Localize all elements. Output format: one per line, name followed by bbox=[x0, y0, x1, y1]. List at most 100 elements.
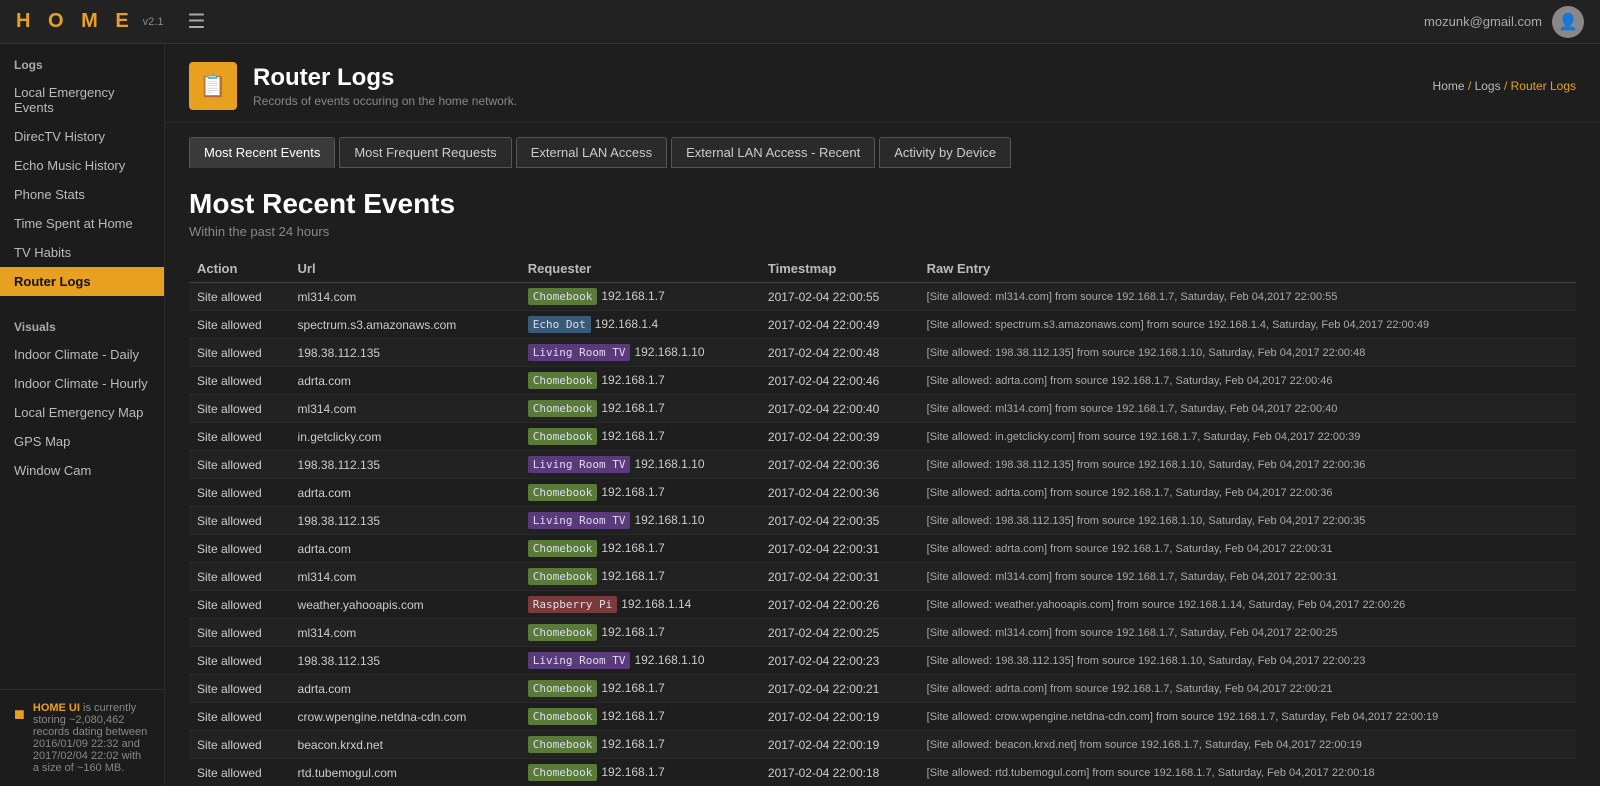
cell-requester: Living Room TV192.168.1.10 bbox=[520, 339, 760, 367]
cell-requester: Chomebook192.168.1.7 bbox=[520, 535, 760, 563]
breadcrumb: Home / Logs / Router Logs bbox=[1433, 79, 1576, 93]
device-badge: Chomebook bbox=[528, 708, 598, 725]
topbar-right: mozunk@gmail.com 👤 bbox=[1424, 6, 1584, 38]
cell-raw: [Site allowed: 198.38.112.135] from sour… bbox=[919, 339, 1576, 367]
tabs-bar: Most Recent Events Most Frequent Request… bbox=[165, 123, 1600, 168]
page-subtitle: Records of events occuring on the home n… bbox=[253, 94, 517, 108]
table-row: Site allowedml314.comChomebook192.168.1.… bbox=[189, 619, 1576, 647]
cell-timestamp: 2017-02-04 22:00:19 bbox=[760, 703, 919, 731]
cell-raw: [Site allowed: 198.38.112.135] from sour… bbox=[919, 451, 1576, 479]
tab-activity-by-device[interactable]: Activity by Device bbox=[879, 137, 1011, 168]
breadcrumb-home[interactable]: Home bbox=[1433, 79, 1465, 93]
cell-timestamp: 2017-02-04 22:00:18 bbox=[760, 759, 919, 786]
breadcrumb-logs[interactable]: Logs bbox=[1475, 79, 1501, 93]
tab-most-frequent[interactable]: Most Frequent Requests bbox=[339, 137, 511, 168]
data-table: Action Url Requester Timestmap Raw Entry… bbox=[189, 255, 1576, 786]
cell-raw: [Site allowed: ml314.com] from source 19… bbox=[919, 283, 1576, 311]
cell-timestamp: 2017-02-04 22:00:49 bbox=[760, 311, 919, 339]
col-action: Action bbox=[189, 255, 290, 283]
sidebar-item-phone-stats[interactable]: Phone Stats bbox=[0, 180, 164, 209]
sidebar-item-time-spent-at-home[interactable]: Time Spent at Home bbox=[0, 209, 164, 238]
table-row: Site allowedspectrum.s3.amazonaws.comEch… bbox=[189, 311, 1576, 339]
cell-timestamp: 2017-02-04 22:00:26 bbox=[760, 591, 919, 619]
requester-ip: 192.168.1.10 bbox=[634, 345, 704, 359]
sidebar-item-local-emergency-events[interactable]: Local Emergency Events bbox=[0, 78, 164, 122]
menu-hamburger[interactable]: ☰ bbox=[187, 9, 205, 34]
cell-url: ml314.com bbox=[290, 619, 520, 647]
sidebar-item-window-cam[interactable]: Window Cam bbox=[0, 456, 164, 485]
sidebar-item-echo-music-history[interactable]: Echo Music History bbox=[0, 151, 164, 180]
sidebar: Logs Local Emergency Events DirecTV Hist… bbox=[0, 44, 165, 786]
table-row: Site allowedweather.yahooapis.comRaspber… bbox=[189, 591, 1576, 619]
requester-ip: 192.168.1.7 bbox=[601, 541, 664, 555]
sidebar-item-indoor-climate-daily[interactable]: Indoor Climate - Daily bbox=[0, 340, 164, 369]
device-badge: Living Room TV bbox=[528, 652, 631, 669]
cell-raw: [Site allowed: rtd.tubemogul.com] from s… bbox=[919, 759, 1576, 786]
cell-url: 198.38.112.135 bbox=[290, 647, 520, 675]
sidebar-item-indoor-climate-hourly[interactable]: Indoor Climate - Hourly bbox=[0, 369, 164, 398]
device-badge: Chomebook bbox=[528, 428, 598, 445]
sidebar-item-tv-habits[interactable]: TV Habits bbox=[0, 238, 164, 267]
cell-url: beacon.krxd.net bbox=[290, 731, 520, 759]
requester-ip: 192.168.1.7 bbox=[601, 485, 664, 499]
cell-raw: [Site allowed: adrta.com] from source 19… bbox=[919, 535, 1576, 563]
requester-ip: 192.168.1.7 bbox=[601, 625, 664, 639]
tab-external-lan-recent[interactable]: External LAN Access - Recent bbox=[671, 137, 875, 168]
col-url: Url bbox=[290, 255, 520, 283]
cell-raw: [Site allowed: crow.wpengine.netdna-cdn.… bbox=[919, 703, 1576, 731]
cell-raw: [Site allowed: 198.38.112.135] from sour… bbox=[919, 507, 1576, 535]
cell-url: adrta.com bbox=[290, 479, 520, 507]
requester-ip: 192.168.1.7 bbox=[601, 737, 664, 751]
page-header-left: 📋 Router Logs Records of events occuring… bbox=[189, 62, 517, 110]
cell-raw: [Site allowed: ml314.com] from source 19… bbox=[919, 563, 1576, 591]
home-ui-icon: ■ bbox=[14, 704, 25, 725]
requester-ip: 192.168.1.7 bbox=[601, 765, 664, 779]
table-row: Site allowedml314.comChomebook192.168.1.… bbox=[189, 395, 1576, 423]
tab-external-lan[interactable]: External LAN Access bbox=[516, 137, 667, 168]
sidebar-logs-label: Logs bbox=[0, 44, 164, 78]
cell-requester: Chomebook192.168.1.7 bbox=[520, 283, 760, 311]
table-row: Site allowedadrta.comChomebook192.168.1.… bbox=[189, 367, 1576, 395]
cell-url: adrta.com bbox=[290, 367, 520, 395]
sidebar-footer: ■ HOME UI is currently storing ~2,080,46… bbox=[0, 689, 164, 786]
cell-action: Site allowed bbox=[189, 731, 290, 759]
cell-action: Site allowed bbox=[189, 535, 290, 563]
cell-action: Site allowed bbox=[189, 311, 290, 339]
requester-ip: 192.168.1.7 bbox=[601, 373, 664, 387]
cell-timestamp: 2017-02-04 22:00:31 bbox=[760, 563, 919, 591]
cell-timestamp: 2017-02-04 22:00:35 bbox=[760, 507, 919, 535]
sidebar-item-router-logs[interactable]: Router Logs bbox=[0, 267, 164, 296]
sidebar-item-local-emergency-map[interactable]: Local Emergency Map bbox=[0, 398, 164, 427]
cell-url: 198.38.112.135 bbox=[290, 507, 520, 535]
cell-url: 198.38.112.135 bbox=[290, 451, 520, 479]
sidebar-item-directv-history[interactable]: DirecTV History bbox=[0, 122, 164, 151]
breadcrumb-current: Router Logs bbox=[1511, 79, 1576, 93]
cell-raw: [Site allowed: weather.yahooapis.com] fr… bbox=[919, 591, 1576, 619]
tab-most-recent[interactable]: Most Recent Events bbox=[189, 137, 335, 168]
sidebar-item-gps-map[interactable]: GPS Map bbox=[0, 427, 164, 456]
sidebar-visuals-label: Visuals bbox=[0, 306, 164, 340]
cell-url: ml314.com bbox=[290, 283, 520, 311]
cell-url: spectrum.s3.amazonaws.com bbox=[290, 311, 520, 339]
cell-timestamp: 2017-02-04 22:00:40 bbox=[760, 395, 919, 423]
topbar: H O M E v2.1 ☰ mozunk@gmail.com 👤 bbox=[0, 0, 1600, 44]
cell-action: Site allowed bbox=[189, 423, 290, 451]
cell-action: Site allowed bbox=[189, 367, 290, 395]
cell-requester: Chomebook192.168.1.7 bbox=[520, 423, 760, 451]
cell-action: Site allowed bbox=[189, 619, 290, 647]
cell-action: Site allowed bbox=[189, 759, 290, 786]
requester-ip: 192.168.1.7 bbox=[601, 289, 664, 303]
cell-raw: [Site allowed: spectrum.s3.amazonaws.com… bbox=[919, 311, 1576, 339]
table-row: Site allowedin.getclicky.comChomebook192… bbox=[189, 423, 1576, 451]
cell-requester: Chomebook192.168.1.7 bbox=[520, 759, 760, 786]
page-icon: 📋 bbox=[189, 62, 237, 110]
requester-ip: 192.168.1.10 bbox=[634, 513, 704, 527]
cell-url: crow.wpengine.netdna-cdn.com bbox=[290, 703, 520, 731]
page-title: Router Logs bbox=[253, 64, 517, 92]
table-row: Site allowedadrta.comChomebook192.168.1.… bbox=[189, 675, 1576, 703]
cell-url: adrta.com bbox=[290, 675, 520, 703]
cell-requester: Chomebook192.168.1.7 bbox=[520, 731, 760, 759]
app-version: v2.1 bbox=[143, 16, 164, 28]
app-logo: H O M E bbox=[16, 10, 135, 33]
device-badge: Chomebook bbox=[528, 288, 598, 305]
